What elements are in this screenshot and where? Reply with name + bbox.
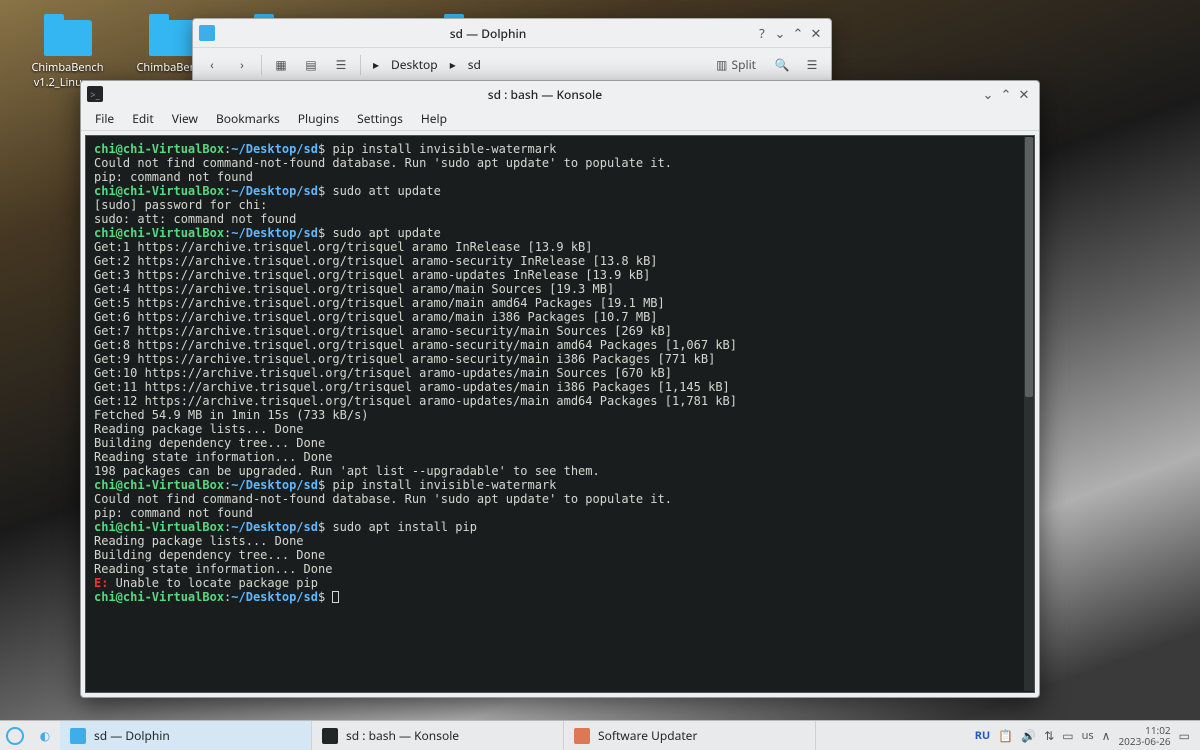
task-label: sd — Dolphin [94, 727, 170, 744]
task-label: sd : bash — Konsole [346, 727, 459, 744]
dolphin-icon [199, 25, 215, 41]
maximize-button[interactable]: ⌃ [997, 85, 1015, 103]
close-button[interactable]: ✕ [1015, 85, 1033, 103]
keyboard-layout-ru[interactable]: RU [975, 728, 991, 743]
keyboard-layout-us[interactable]: us [1082, 728, 1094, 743]
menu-file[interactable]: File [87, 107, 122, 130]
breadcrumb[interactable]: ▸ Desktop ▸ sd [369, 54, 485, 75]
help-button[interactable]: ? [753, 24, 771, 42]
forward-button[interactable]: › [231, 54, 253, 76]
dolphin-toolbar: ‹ › ▦ ▤ ☰ ▸ Desktop ▸ sd ▥ Split 🔍 ☰ [193, 47, 831, 81]
show-desktop-icon[interactable]: ▭ [1179, 727, 1190, 744]
close-button[interactable]: ✕ [807, 24, 825, 42]
task-label: Software Updater [598, 727, 697, 744]
activity-button[interactable]: ◐ [30, 721, 60, 750]
tray-chevron-icon[interactable]: ∧ [1102, 727, 1111, 744]
app-launcher[interactable] [0, 721, 30, 750]
notifications-icon[interactable]: ▭ [1062, 727, 1073, 744]
split-button[interactable]: ▥ Split [709, 54, 763, 76]
crumb-sd[interactable]: sd [464, 54, 485, 75]
dolphin-title: sd — Dolphin [223, 25, 753, 42]
menu-view[interactable]: View [164, 107, 206, 130]
konsole-title: sd : bash — Konsole [111, 86, 979, 103]
menu-bookmarks[interactable]: Bookmarks [208, 107, 288, 130]
updater-icon [574, 728, 590, 744]
konsole-window[interactable]: >_ sd : bash — Konsole ⌄ ⌃ ✕ File Edit V… [80, 80, 1040, 698]
icons-view-button[interactable]: ▦ [270, 54, 292, 76]
clock-date: 2023-06-26 [1118, 736, 1170, 747]
clipboard-icon[interactable]: 📋 [998, 727, 1013, 744]
hamburger-menu-icon[interactable]: ☰ [801, 54, 823, 76]
minimize-button[interactable]: ⌄ [979, 85, 997, 103]
minimize-button[interactable]: ⌄ [771, 24, 789, 42]
menu-plugins[interactable]: Plugins [290, 107, 347, 130]
konsole-icon: >_ [87, 86, 103, 102]
volume-icon[interactable]: 🔊 [1021, 727, 1036, 744]
menu-edit[interactable]: Edit [124, 107, 161, 130]
konsole-menubar: File Edit View Bookmarks Plugins Setting… [81, 107, 1039, 131]
launcher-icon [6, 727, 24, 745]
menu-help[interactable]: Help [413, 107, 455, 130]
separator [261, 55, 262, 75]
taskbar: ◐ sd — Dolphin sd : bash — Konsole Softw… [0, 720, 1200, 750]
terminal-output[interactable]: chi@chi-VirtualBox:~/Desktop/sd$ pip ins… [85, 135, 1035, 693]
network-icon[interactable]: ⇅ [1044, 727, 1054, 744]
task-dolphin[interactable]: sd — Dolphin [60, 721, 312, 750]
crumb-desktop[interactable]: Desktop [387, 54, 442, 75]
separator [360, 55, 361, 75]
crumb-sep: ▸ [369, 54, 383, 75]
terminal-scrollbar[interactable] [1024, 137, 1034, 691]
konsole-icon [322, 728, 338, 744]
menu-settings[interactable]: Settings [349, 107, 411, 130]
details-view-button[interactable]: ☰ [330, 54, 352, 76]
dolphin-icon [70, 728, 86, 744]
back-button[interactable]: ‹ [201, 54, 223, 76]
task-konsole[interactable]: sd : bash — Konsole [312, 721, 564, 750]
clock[interactable]: 11:02 2023-06-26 [1118, 725, 1170, 747]
maximize-button[interactable]: ⌃ [789, 24, 807, 42]
task-software-updater[interactable]: Software Updater [564, 721, 816, 750]
konsole-titlebar[interactable]: >_ sd : bash — Konsole ⌄ ⌃ ✕ [81, 81, 1039, 107]
system-tray: RU 📋 🔊 ⇅ ▭ us ∧ 11:02 2023-06-26 ▭ [965, 721, 1200, 750]
search-icon[interactable]: 🔍 [771, 54, 793, 76]
crumb-sep: ▸ [446, 54, 460, 75]
compact-view-button[interactable]: ▤ [300, 54, 322, 76]
scrollbar-thumb[interactable] [1025, 137, 1033, 397]
dolphin-titlebar[interactable]: sd — Dolphin ? ⌄ ⌃ ✕ [193, 19, 831, 47]
